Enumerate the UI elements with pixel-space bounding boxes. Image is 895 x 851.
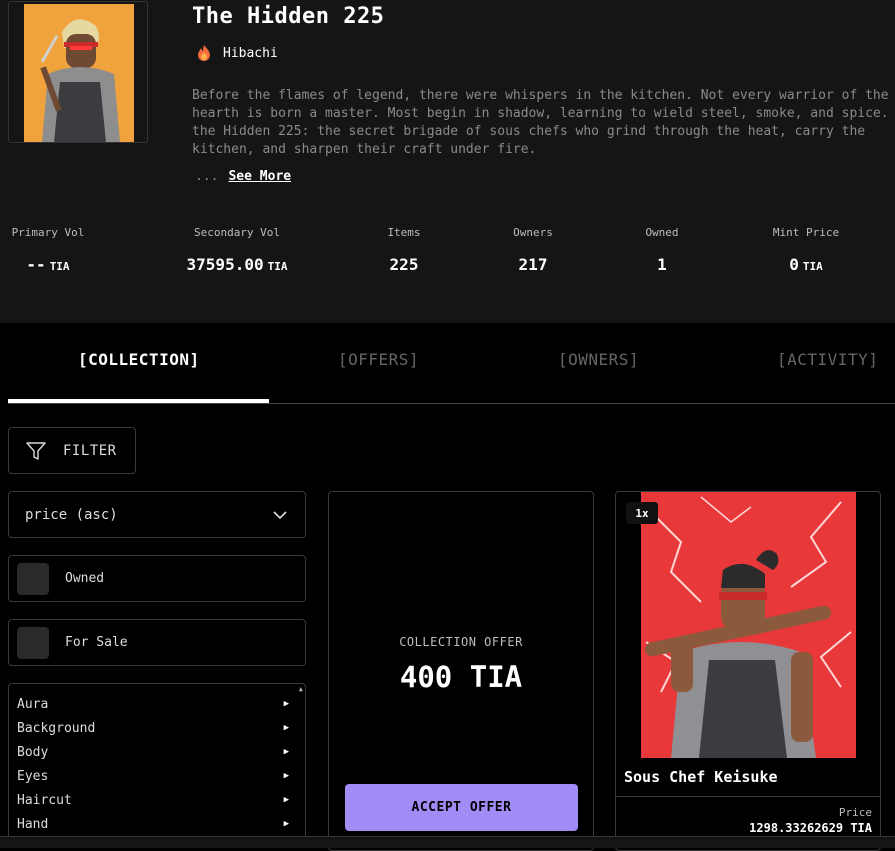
trait-item-eyes[interactable]: Eyes ▶ <box>17 764 289 788</box>
collection-offer-card: COLLECTION OFFER 400 TIA ACCEPT OFFER <box>328 491 594 851</box>
stat-value: -- TIA <box>26 255 70 274</box>
collection-avatar[interactable] <box>8 1 148 143</box>
bottom-bar <box>0 836 895 848</box>
stat-unit: TIA <box>49 260 70 273</box>
stat-value: 1 <box>657 255 667 274</box>
flame-icon <box>198 45 210 61</box>
tab-activity[interactable]: [ACTIVITY] <box>777 350 878 369</box>
see-more-row: ... See More <box>195 169 291 184</box>
price-value: 1298.33262629 TIA <box>749 821 872 835</box>
stat-unit: TIA <box>802 260 823 273</box>
stat-label: Mint Price <box>772 226 840 239</box>
chevron-right-icon: ▶ <box>283 795 289 805</box>
nft-name: Sous Chef Keisuke <box>624 768 778 786</box>
stat-owners: Owners 217 <box>493 226 573 274</box>
tab-collection[interactable]: [COLLECTION] <box>78 350 200 369</box>
stat-label: Primary Vol <box>11 226 85 239</box>
sort-select[interactable]: price (asc) <box>8 491 306 538</box>
for-sale-filter[interactable]: For Sale <box>8 619 306 666</box>
accept-offer-button[interactable]: ACCEPT OFFER <box>345 784 578 831</box>
collection-offer-label: COLLECTION OFFER <box>399 635 523 649</box>
description-line: Before the flames of legend, there were … <box>192 88 889 103</box>
chevron-right-icon: ▶ <box>283 747 289 757</box>
tab-owners[interactable]: [OWNERS] <box>558 350 639 369</box>
collection-title: The Hidden 225 <box>192 4 385 29</box>
collection-offer-amount: 400 TIA <box>399 660 523 694</box>
tabs-divider <box>8 403 895 404</box>
stat-primary-vol: Primary Vol -- TIA <box>8 226 88 274</box>
price-label: Price <box>838 806 872 819</box>
stat-label: Items <box>387 226 421 239</box>
nft-card[interactable]: 1x Sous Chef Keisuke Price 1298.33262629… <box>615 491 881 851</box>
description-line: kitchen, and sharpen their craft under f… <box>192 142 537 157</box>
trait-item-hand[interactable]: Hand ▶ <box>17 812 289 836</box>
chevron-down-icon <box>273 510 287 519</box>
chevron-right-icon: ▶ <box>283 699 289 709</box>
collection-description: Before the flames of legend, there were … <box>192 87 895 159</box>
owned-checkbox[interactable] <box>17 562 49 595</box>
chevron-right-icon: ▶ <box>283 819 289 829</box>
stat-items: Items 225 <box>364 226 444 274</box>
stat-value: 0 TIA <box>789 255 823 274</box>
collection-tabs: [COLLECTION] [OFFERS] [OWNERS] [ACTIVITY… <box>0 340 895 404</box>
collection-header: The Hidden 225 Hibachi Before the flames… <box>0 0 895 323</box>
stat-mint-price: Mint Price 0 TIA <box>756 226 856 274</box>
stat-owned: Owned 1 <box>622 226 702 274</box>
trait-item-background[interactable]: Background ▶ <box>17 716 289 740</box>
stat-label: Owners <box>513 226 553 239</box>
description-line: hearth is born a master. Most begin in s… <box>192 106 889 121</box>
creator-name: Hibachi <box>223 45 278 61</box>
stat-label: Owned <box>645 226 679 239</box>
trait-item-aura[interactable]: Aura ▶ <box>17 692 289 716</box>
filter-icon <box>26 441 46 460</box>
owned-label: Owned <box>65 571 105 586</box>
stat-value: 217 <box>518 255 548 274</box>
chevron-right-icon: ▶ <box>283 771 289 781</box>
stat-value: 225 <box>389 255 419 274</box>
nft-card-divider <box>616 796 880 797</box>
for-sale-label: For Sale <box>65 635 128 650</box>
stat-value: 37595.00 TIA <box>186 255 288 274</box>
scroll-up-icon[interactable]: ▲ <box>299 685 303 693</box>
sort-value: price (asc) <box>25 506 118 523</box>
description-ellipsis: ... <box>195 169 219 184</box>
tab-offers[interactable]: [OFFERS] <box>338 350 419 369</box>
stat-unit: TIA <box>267 260 288 273</box>
collection-avatar-image <box>24 4 134 142</box>
trait-item-body[interactable]: Body ▶ <box>17 740 289 764</box>
chevron-right-icon: ▶ <box>283 723 289 733</box>
stat-secondary-vol: Secondary Vol 37595.00 TIA <box>172 226 302 274</box>
filter-button[interactable]: FILTER <box>8 427 136 474</box>
stat-label: Secondary Vol <box>193 226 281 239</box>
quantity-badge: 1x <box>626 502 658 524</box>
for-sale-checkbox[interactable] <box>17 626 49 659</box>
description-line: the Hidden 225: the secret brigade of so… <box>192 124 866 139</box>
creator-link[interactable]: Hibachi <box>195 44 278 62</box>
see-more-link[interactable]: See More <box>228 169 291 184</box>
owned-filter[interactable]: Owned <box>8 555 306 602</box>
nft-image <box>641 492 856 758</box>
trait-filter-list[interactable]: ▲ Aura ▶ Background ▶ Body ▶ Eyes ▶ Haircut ▶… <box>8 683 306 843</box>
filter-label: FILTER <box>63 442 117 459</box>
trait-item-haircut[interactable]: Haircut ▶ <box>17 788 289 812</box>
